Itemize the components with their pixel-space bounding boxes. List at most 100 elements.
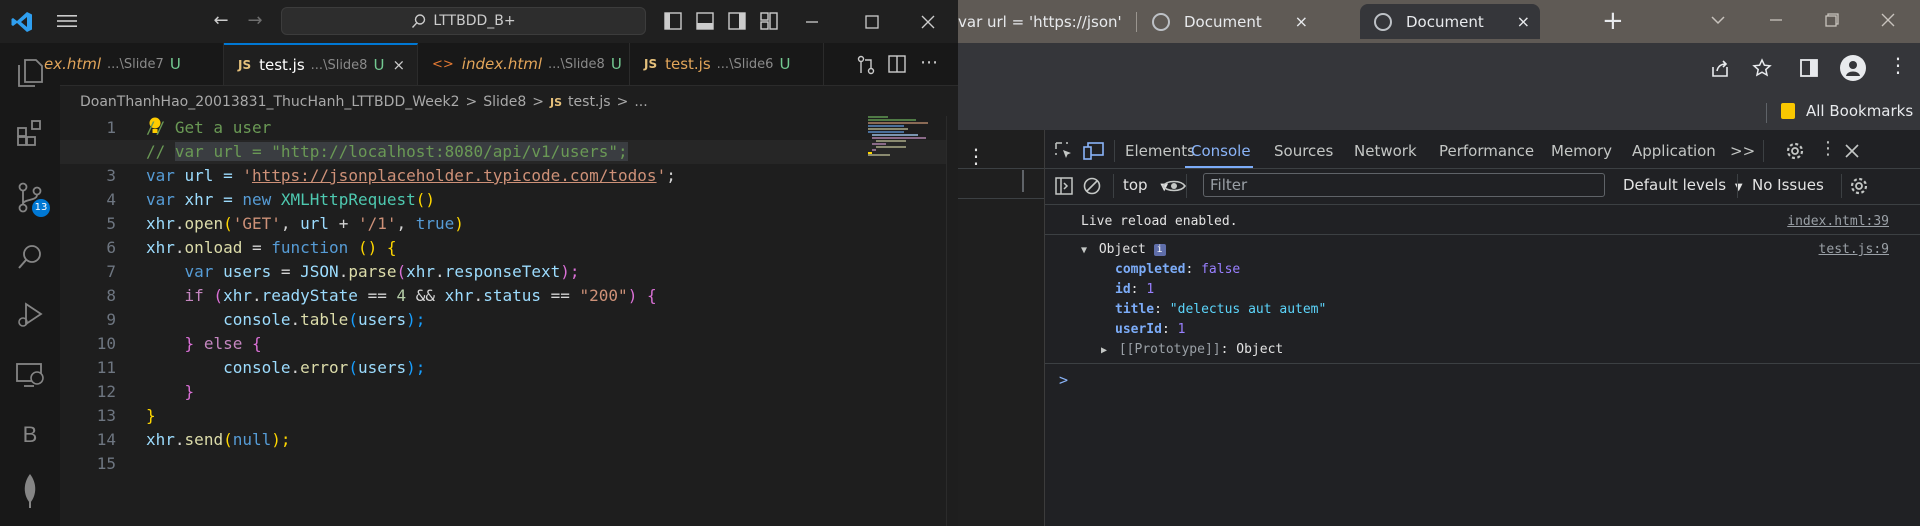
- log-levels-label: Default levels: [1623, 176, 1727, 194]
- breadcrumb-symbol[interactable]: ...: [634, 94, 647, 110]
- breadcrumb-file[interactable]: test.js: [568, 94, 611, 110]
- minimize-icon[interactable]: [804, 14, 820, 30]
- tab-network[interactable]: Network: [1354, 134, 1417, 168]
- settings-gear-icon[interactable]: [1785, 141, 1805, 161]
- bookmark-star-icon[interactable]: [1752, 58, 1772, 78]
- close-devtools-icon[interactable]: [1845, 144, 1859, 158]
- code-token: (): [415, 190, 436, 209]
- mongodb-leaf-icon[interactable]: [10, 471, 50, 511]
- tab-separator: [1136, 12, 1137, 32]
- chrome-tab-strip: var url = 'https://json' Document × Docu…: [958, 0, 1920, 43]
- log-levels-dropdown[interactable]: Default levels ▼: [1623, 176, 1743, 194]
- console-prompt-icon[interactable]: >: [1059, 371, 1068, 389]
- toolbar-divider: [1841, 174, 1842, 198]
- code-editor[interactable]: 123456789101112131415 // Get a user // v…: [60, 116, 946, 526]
- property-value: 1: [1146, 282, 1155, 297]
- restore-icon[interactable]: [1824, 12, 1840, 28]
- code-token: parse: [348, 262, 397, 281]
- new-tab-button[interactable]: +: [1602, 6, 1624, 36]
- source-link[interactable]: index.html:39: [1787, 214, 1889, 229]
- code-token: ==: [357, 286, 397, 305]
- bootstrap-extension-icon[interactable]: B: [10, 415, 50, 455]
- expand-triangle-icon[interactable]: ▶: [1101, 345, 1107, 356]
- code-token: url: [300, 214, 330, 233]
- tab-close-icon[interactable]: ×: [1295, 12, 1308, 31]
- info-icon[interactable]: i: [1153, 243, 1166, 256]
- tab-close-icon[interactable]: ×: [1517, 12, 1530, 31]
- more-actions-icon[interactable]: ⋯: [918, 53, 940, 73]
- breadcrumb-folder[interactable]: DoanThanhHao_20013831_ThucHanh_LTTBDD_We…: [80, 94, 459, 110]
- search-view-icon[interactable]: [10, 237, 50, 277]
- forward-arrow-icon[interactable]: →: [244, 11, 266, 31]
- console-filter-input[interactable]: Filter: [1203, 173, 1605, 197]
- console-settings-gear-icon[interactable]: [1849, 176, 1869, 196]
- tab-memory[interactable]: Memory: [1551, 134, 1612, 168]
- toggle-panel-icon[interactable]: [696, 12, 714, 30]
- minimize-icon[interactable]: [1768, 12, 1784, 28]
- command-center-search[interactable]: LTTBDD_B+: [281, 7, 646, 35]
- breadcrumb-slide[interactable]: Slide8: [483, 94, 526, 110]
- chrome-menu-icon[interactable]: ⋮: [1888, 53, 1908, 77]
- minimap[interactable]: [868, 116, 934, 156]
- close-window-icon[interactable]: [920, 14, 936, 30]
- more-options-icon[interactable]: ⋮: [966, 144, 986, 168]
- all-bookmarks-button[interactable]: All Bookmarks: [1780, 102, 1913, 120]
- page-divider: [958, 198, 1044, 199]
- chrome-tab-json[interactable]: var url = 'https://json': [958, 4, 1136, 39]
- hamburger-menu-icon[interactable]: [56, 12, 78, 30]
- chrome-tab-document-1[interactable]: Document ×: [1138, 4, 1318, 39]
- tab-filename: test.js: [665, 55, 711, 73]
- issues-button[interactable]: No Issues: [1752, 176, 1824, 194]
- toolbar-divider: [1114, 140, 1115, 162]
- close-window-icon[interactable]: [1880, 12, 1896, 28]
- back-arrow-icon[interactable]: ←: [210, 11, 232, 31]
- chrome-tab-title: var url = 'https://json': [958, 12, 1122, 31]
- code-token: var: [146, 190, 175, 209]
- customize-layout-icon[interactable]: [760, 12, 778, 30]
- tab-ex-html[interactable]: ex.html ...\Slide7 U: [30, 43, 224, 85]
- object-log-entry[interactable]: ▼ Object i: [1081, 242, 1166, 257]
- tab-test-js-slide6[interactable]: JS test.js ...\Slide6 U: [630, 43, 824, 85]
- toggle-secondary-sidebar-icon[interactable]: [728, 12, 746, 30]
- source-control-icon[interactable]: 13: [10, 177, 50, 217]
- toggle-sidebar-icon[interactable]: [664, 12, 682, 30]
- globe-icon: [1152, 12, 1170, 31]
- tab-index-html[interactable]: <> index.html ...\Slide8 U: [418, 43, 630, 85]
- tab-status: U: [373, 56, 385, 74]
- expand-triangle-icon[interactable]: ▼: [1081, 245, 1087, 256]
- code-token: );: [406, 358, 426, 377]
- prototype-entry[interactable]: ▶ [[Prototype]]: Object: [1101, 342, 1283, 357]
- devtools-menu-icon[interactable]: ⋮: [1819, 138, 1837, 159]
- run-debug-icon[interactable]: [10, 295, 50, 335]
- tab-application[interactable]: Application: [1632, 134, 1716, 168]
- object-property: title: "delectus aut autem": [1115, 302, 1327, 317]
- vscode-window: ← → LTTBDD_B+ 13 B ex.html ...\Slide7 U …: [0, 0, 959, 526]
- share-icon[interactable]: [1710, 59, 1730, 79]
- open-changes-icon[interactable]: [856, 55, 876, 75]
- clear-console-icon[interactable]: [1083, 177, 1101, 195]
- profile-avatar-icon[interactable]: [1840, 55, 1866, 81]
- tab-search-chevron-icon[interactable]: [1710, 14, 1726, 26]
- chrome-window: var url = 'https://json' Document × Docu…: [958, 0, 1920, 526]
- live-expression-eye-icon[interactable]: [1162, 179, 1186, 193]
- tab-close-icon[interactable]: ×: [392, 56, 405, 74]
- split-editor-icon[interactable]: [888, 55, 906, 73]
- more-tabs-button[interactable]: >>: [1730, 134, 1755, 168]
- tab-performance[interactable]: Performance: [1439, 134, 1534, 168]
- code-token: {: [242, 334, 262, 353]
- tab-path: ...\Slide8: [548, 56, 605, 72]
- tab-sources[interactable]: Sources: [1274, 134, 1333, 168]
- tab-test-js-slide8[interactable]: JS test.js ...\Slide8 U ×: [224, 43, 418, 85]
- device-toolbar-icon[interactable]: [1083, 141, 1105, 161]
- chrome-tab-document-2[interactable]: Document ×: [1360, 4, 1540, 39]
- show-sidebar-icon[interactable]: [1055, 177, 1073, 195]
- extensions-icon[interactable]: [10, 113, 50, 153]
- tab-console[interactable]: Console: [1185, 134, 1253, 168]
- inspect-element-icon[interactable]: [1055, 142, 1073, 160]
- side-panel-icon[interactable]: [1800, 59, 1818, 77]
- source-link[interactable]: test.js:9: [1819, 242, 1889, 257]
- code-token: .: [174, 430, 185, 449]
- maximize-icon[interactable]: [864, 14, 880, 30]
- remote-explorer-icon[interactable]: [10, 355, 50, 395]
